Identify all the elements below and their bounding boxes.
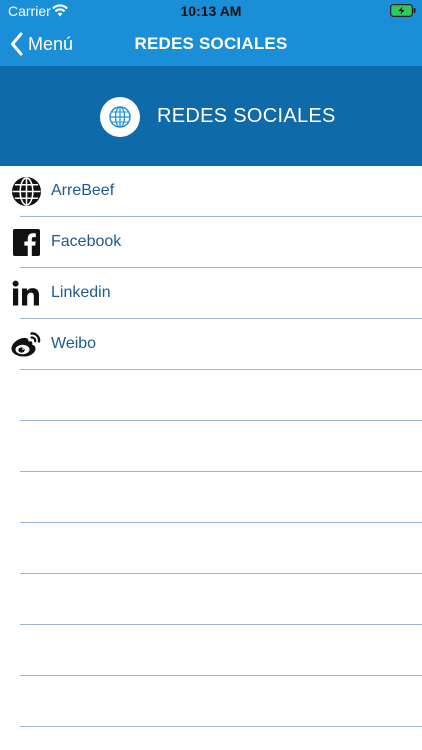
empty-row <box>0 472 422 523</box>
list-item-label: ArreBeef <box>51 182 115 199</box>
globe-icon <box>10 175 42 207</box>
banner-icon-badge <box>100 97 140 137</box>
empty-row <box>0 421 422 472</box>
top-bar: Carrier 10:13 AM Menú REDES SOCIALES <box>0 0 422 66</box>
list-item-facebook[interactable]: Facebook <box>0 217 422 268</box>
list-item-arrebeef[interactable]: ArreBeef <box>0 166 422 217</box>
linkedin-icon <box>10 277 42 309</box>
globe-icon <box>109 106 131 128</box>
empty-row <box>0 370 422 421</box>
status-bar: Carrier 10:13 AM <box>0 0 422 22</box>
navigation-bar: Menú REDES SOCIALES <box>0 22 422 66</box>
list-item-linkedin[interactable]: Linkedin <box>0 268 422 319</box>
empty-row <box>0 625 422 676</box>
weibo-icon <box>10 328 42 360</box>
list-item-label: Facebook <box>51 233 122 250</box>
empty-row <box>0 727 422 750</box>
section-banner: REDES SOCIALES <box>0 66 422 166</box>
clock: 10:13 AM <box>180 3 242 19</box>
banner-title: REDES SOCIALES <box>157 105 336 127</box>
empty-row <box>0 574 422 625</box>
empty-row <box>0 676 422 727</box>
facebook-icon <box>10 226 42 258</box>
nav-title: REDES SOCIALES <box>134 34 288 53</box>
list-item-label: Weibo <box>51 335 97 352</box>
list-item-weibo[interactable]: Weibo <box>0 319 422 370</box>
list-item-label: Linkedin <box>51 284 111 301</box>
social-links-list: ArreBeef Facebook Linkedin Weibo <box>0 166 422 750</box>
battery-charging-icon <box>390 4 416 17</box>
empty-row <box>0 523 422 574</box>
